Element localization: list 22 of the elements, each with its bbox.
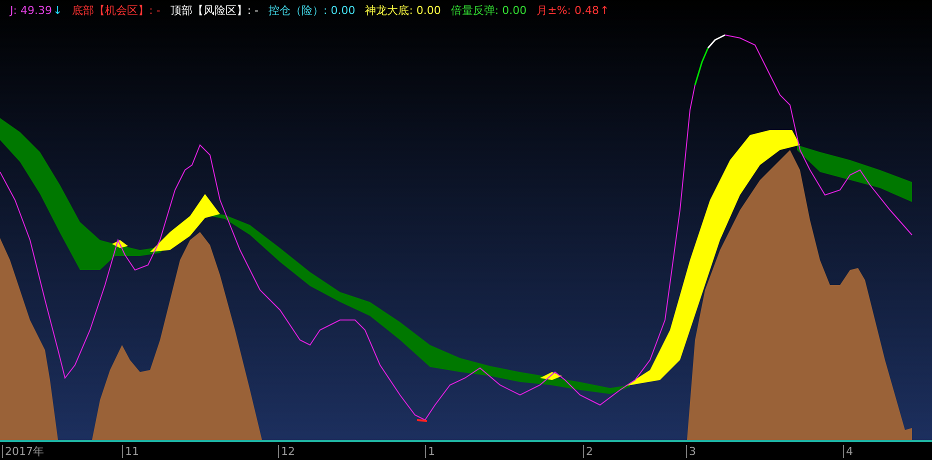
axis-label: 2017年 (2, 445, 44, 458)
rising-segment (694, 48, 709, 86)
peak-segment (707, 34, 726, 48)
indicator-value: 神龙大底: 0.00 (365, 3, 441, 18)
trend-arrow: ↓ (52, 4, 62, 17)
indicator-value: 倍量反弹: 0.00 (450, 3, 527, 18)
indicator-value: J: 49.39 (10, 4, 52, 17)
indicator-value: 底部【机会区】: - (72, 3, 160, 18)
axis-label: 11 (122, 445, 139, 458)
signal-band (150, 194, 220, 252)
axis-label: 2 (583, 445, 593, 458)
indicator-value: 月±%: 0.48 (536, 3, 599, 18)
axis-label: 4 (843, 445, 853, 458)
axis-label: 3 (686, 445, 696, 458)
axis-label: 12 (278, 445, 295, 458)
signal-band (540, 372, 562, 380)
bottom-marker (416, 419, 428, 422)
indicator-value: 顶部【风险区】: - (170, 3, 258, 18)
trend-arrow: ↑ (600, 4, 610, 17)
axis-label: 1 (425, 445, 435, 458)
signal-band (112, 240, 128, 248)
indicator-value: 控仓（险）: 0.00 (268, 3, 356, 18)
